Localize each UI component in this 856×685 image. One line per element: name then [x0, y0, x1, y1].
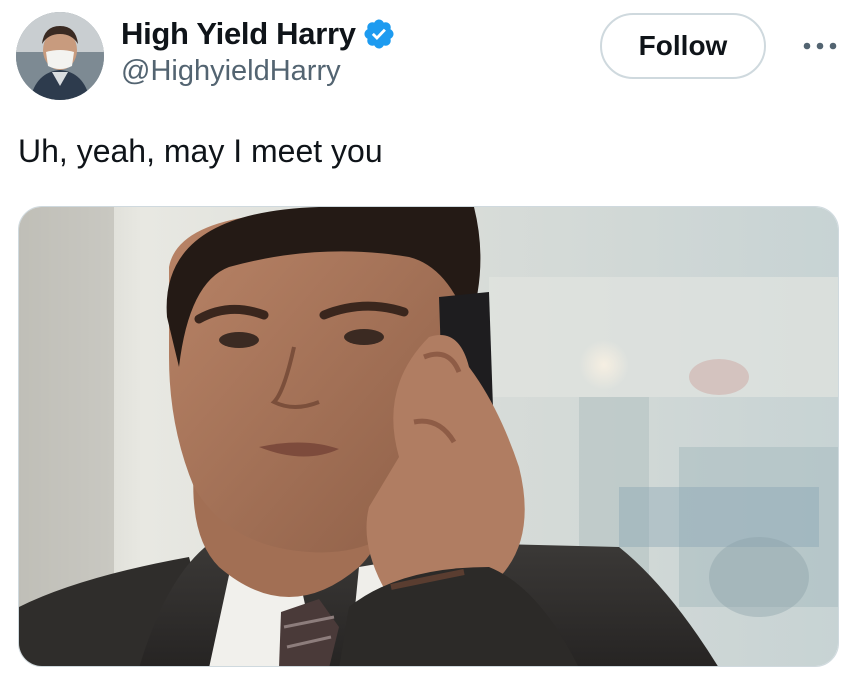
display-name[interactable]: High Yield Harry: [121, 16, 356, 52]
author-info: High Yield Harry @HighyieldHarry: [121, 14, 396, 88]
verified-badge-icon[interactable]: [362, 17, 396, 51]
tweet-text: Uh, yeah, may I meet you: [18, 133, 383, 169]
author-handle[interactable]: @HighyieldHarry: [121, 55, 396, 88]
follow-button[interactable]: Follow: [600, 13, 766, 79]
avatar-image: [16, 12, 104, 100]
more-horizontal-icon[interactable]: [800, 28, 840, 64]
tweet-media-image[interactable]: [18, 206, 839, 667]
media-photo: [19, 207, 838, 666]
display-name-row: High Yield Harry: [121, 14, 396, 54]
tweet-card: High Yield Harry @HighyieldHarry Follow …: [0, 0, 856, 685]
avatar[interactable]: [16, 12, 104, 100]
